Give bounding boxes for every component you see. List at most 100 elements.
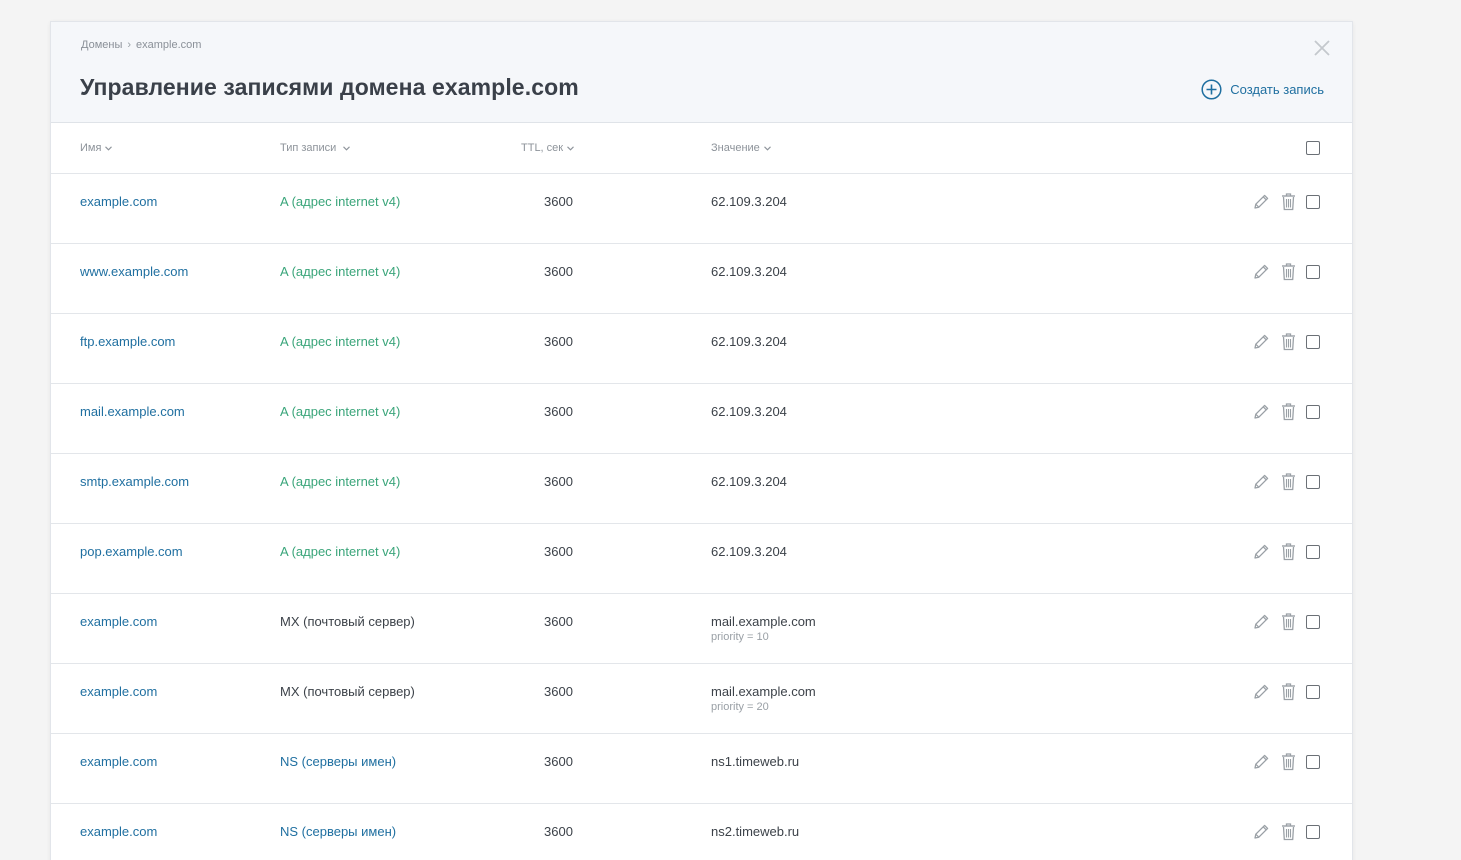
table-row: smtp.example.com A (адрес internet v4) 3… [51,454,1352,524]
column-name-label: Имя [80,142,102,154]
table-row: example.com MX (почтовый сервер) 3600 ma… [51,594,1352,664]
record-name-link[interactable]: smtp.example.com [80,474,189,489]
trash-icon[interactable] [1281,822,1296,841]
record-value: ns1.timeweb.ru [711,754,799,769]
record-value-text: mail.example.com [711,684,816,699]
record-type: A (адрес internet v4) [280,474,401,489]
record-type: A (адрес internet v4) [280,264,401,279]
record-type: NS (серверы имен) [280,824,397,839]
pencil-icon[interactable] [1252,683,1270,701]
record-value-text: 62.109.3.204 [711,194,787,209]
pencil-icon[interactable] [1252,403,1270,421]
page-title: Управление записями домена example.com [80,74,579,100]
record-ttl: 3600 [544,264,573,279]
record-type: A (адрес internet v4) [280,404,401,419]
breadcrumb-separator-icon: › [127,39,132,51]
trash-icon[interactable] [1281,402,1296,421]
column-value-label: Значение [711,142,760,154]
row-select-checkbox[interactable] [1306,615,1320,629]
record-value-text: ns2.timeweb.ru [711,824,800,839]
trash-icon[interactable] [1281,682,1296,701]
record-type: A (адрес internet v4) [280,194,401,209]
row-select-checkbox[interactable] [1306,475,1320,489]
record-name-link[interactable]: example.com [80,684,157,699]
record-ttl: 3600 [544,824,573,839]
pencil-icon[interactable] [1252,263,1270,281]
pencil-icon[interactable] [1252,333,1270,351]
record-value: 62.109.3.204 [711,264,787,279]
pencil-icon[interactable] [1252,473,1270,491]
record-name-link[interactable]: example.com [80,754,157,769]
create-record-label: Создать запись [1230,82,1324,97]
breadcrumb-current: example.com [136,39,202,51]
record-name-link[interactable]: mail.example.com [80,404,185,419]
pencil-icon[interactable] [1252,543,1270,561]
breadcrumb: Домены › example.com [81,39,201,51]
row-select-checkbox[interactable] [1306,335,1320,349]
record-value-text: 62.109.3.204 [711,334,787,349]
close-icon[interactable] [1314,40,1330,56]
chevron-down-icon [105,145,113,151]
chevron-down-icon [763,145,771,151]
trash-icon[interactable] [1281,192,1296,211]
record-name-link[interactable]: www.example.com [80,264,188,279]
row-select-checkbox[interactable] [1306,265,1320,279]
table-row: example.com NS (серверы имен) 3600 ns1.t… [51,734,1352,804]
create-record-button[interactable]: Создать запись [1201,79,1324,100]
row-select-checkbox[interactable] [1306,685,1320,699]
table-row: www.example.com A (адрес internet v4) 36… [51,244,1352,314]
trash-icon[interactable] [1281,332,1296,351]
pencil-icon[interactable] [1252,823,1270,841]
record-value: ns2.timeweb.ru [711,824,799,839]
record-ttl: 3600 [544,614,573,629]
trash-icon[interactable] [1281,472,1296,491]
record-ttl: 3600 [544,544,573,559]
record-value: 62.109.3.204 [711,194,787,209]
record-value-priority: priority = 20 [711,701,769,713]
row-select-checkbox[interactable] [1306,545,1320,559]
record-ttl: 3600 [544,404,573,419]
trash-icon[interactable] [1281,612,1296,631]
record-type: MX (почтовый сервер) [280,684,415,699]
row-select-checkbox[interactable] [1306,195,1320,209]
record-value-text: 62.109.3.204 [711,264,787,279]
breadcrumb-domains-link[interactable]: Домены [81,39,122,51]
record-name-link[interactable]: example.com [80,614,157,629]
column-ttl-label: TTL, сек [521,142,564,154]
record-value: mail.example.com priority = 20 [711,684,816,713]
table-row: example.com A (адрес internet v4) 3600 6… [51,174,1352,244]
pencil-icon[interactable] [1252,753,1270,771]
chevron-down-icon [567,145,574,151]
record-type: A (адрес internet v4) [280,334,401,349]
record-value-text: 62.109.3.204 [711,544,787,559]
row-select-checkbox[interactable] [1306,405,1320,419]
column-header-type[interactable]: Тип записи [280,142,351,154]
column-type-label: Тип записи [280,142,337,154]
select-all-checkbox[interactable] [1306,141,1320,155]
column-header-ttl[interactable]: TTL, сек [521,142,574,154]
table-row: pop.example.com A (адрес internet v4) 36… [51,524,1352,594]
record-value-priority: priority = 10 [711,631,769,643]
record-name-link[interactable]: example.com [80,194,157,209]
pencil-icon[interactable] [1252,193,1270,211]
pencil-icon[interactable] [1252,613,1270,631]
column-header-value[interactable]: Значение [711,142,771,154]
record-ttl: 3600 [544,684,573,699]
record-value-text: mail.example.com [711,614,816,629]
record-name-link[interactable]: example.com [80,824,157,839]
record-value-text: 62.109.3.204 [711,474,787,489]
record-value: 62.109.3.204 [711,334,787,349]
record-ttl: 3600 [544,194,573,209]
table-header: Имя Тип записи TTL, сек Значение [51,123,1352,174]
record-name-link[interactable]: pop.example.com [80,544,183,559]
trash-icon[interactable] [1281,752,1296,771]
record-name-link[interactable]: ftp.example.com [80,334,175,349]
row-select-checkbox[interactable] [1306,825,1320,839]
chevron-down-icon [343,145,351,151]
trash-icon[interactable] [1281,262,1296,281]
table-row: ftp.example.com A (адрес internet v4) 36… [51,314,1352,384]
row-select-checkbox[interactable] [1306,755,1320,769]
column-header-name[interactable]: Имя [80,142,113,154]
record-ttl: 3600 [544,754,573,769]
trash-icon[interactable] [1281,542,1296,561]
